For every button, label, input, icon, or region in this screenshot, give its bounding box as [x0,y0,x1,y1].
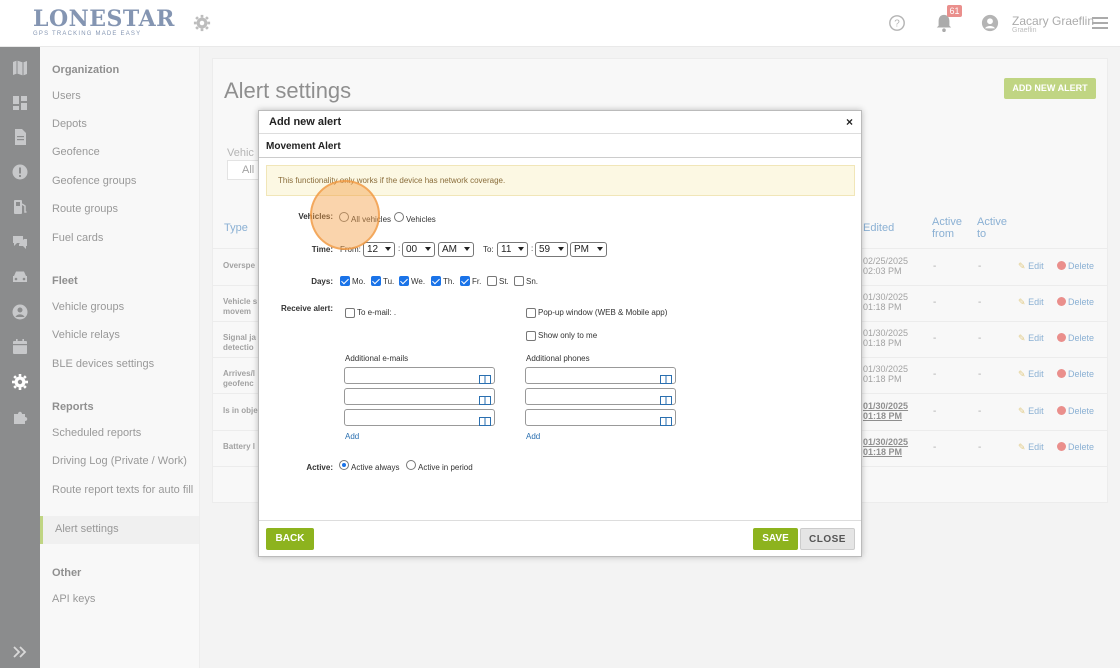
to-hour-select[interactable]: 11 [497,242,528,257]
to-email-label[interactable]: To e-mail: . [357,308,396,317]
active-label: Active: [306,463,333,472]
click-indicator [310,180,380,250]
modal-divider [259,157,861,158]
to-email-checkbox[interactable] [345,308,355,318]
day-checkbox-tu[interactable] [371,276,381,286]
add-email-link[interactable]: Add [345,432,359,441]
chevron-down-icon [558,247,564,251]
day-label[interactable]: Tu. [383,277,394,286]
day-checkbox-fr[interactable] [460,276,470,286]
chevron-down-icon [425,247,431,251]
add-alert-modal: Add new alert × Movement Alert This func… [258,110,862,557]
day-label[interactable]: Th. [443,277,455,286]
address-book-icon[interactable] [660,392,672,405]
day-label[interactable]: St. [499,277,509,286]
show-only-to-me-checkbox[interactable] [526,331,536,341]
address-book-icon[interactable] [479,413,491,426]
to-hour-value: 11 [501,244,512,255]
additional-email-input[interactable] [344,367,495,384]
day-label[interactable]: Mo. [352,277,365,286]
popup-window-checkbox[interactable] [526,308,536,318]
chevron-down-icon [385,247,391,251]
from-ampm-value: AM [442,244,457,255]
additional-phones-label: Additional phones [526,354,590,363]
save-button[interactable]: SAVE [753,528,798,550]
from-hour-value: 12 [367,244,379,255]
time-separator: : [398,244,401,253]
address-book-icon[interactable] [660,413,672,426]
modal-subtitle: Movement Alert [266,141,341,152]
additional-phone-input[interactable] [525,388,676,405]
address-book-icon[interactable] [479,392,491,405]
vehicles-radio[interactable] [394,212,404,222]
day-checkbox-sn[interactable] [514,276,524,286]
to-ampm-select[interactable]: PM [570,242,607,257]
additional-phone-input[interactable] [525,409,676,426]
from-minute-select[interactable]: 00 [402,242,435,257]
modal-close-icon[interactable]: × [846,115,853,129]
show-only-to-me-label[interactable]: Show only to me [538,331,597,340]
address-book-icon[interactable] [660,371,672,384]
close-button[interactable]: CLOSE [800,528,855,550]
to-minute-select[interactable]: 59 [535,242,568,257]
modal-footer-divider [259,520,861,521]
chevron-down-icon [464,247,470,251]
from-minute-value: 00 [406,244,418,255]
address-book-icon[interactable] [479,371,491,384]
day-checkbox-we[interactable] [399,276,409,286]
day-label[interactable]: We. [411,277,425,286]
to-label: To: [483,245,494,254]
modal-divider [259,133,861,134]
day-label[interactable]: Fr. [472,277,481,286]
additional-email-input[interactable] [344,388,495,405]
receive-alert-label: Receive alert: [280,304,333,313]
active-in-period-label[interactable]: Active in period [418,463,473,472]
back-button[interactable]: BACK [266,528,314,550]
time-separator: : [531,244,534,253]
active-in-period-radio[interactable] [406,460,416,470]
additional-email-input[interactable] [344,409,495,426]
day-checkbox-st[interactable] [487,276,497,286]
day-checkbox-mo[interactable] [340,276,350,286]
time-label: Time: [311,245,333,254]
to-minute-value: 59 [539,244,551,255]
day-label[interactable]: Sn. [526,277,538,286]
days-label: Days: [311,277,333,286]
from-hour-select[interactable]: 12 [363,242,395,257]
additional-phone-input[interactable] [525,367,676,384]
day-checkbox-th[interactable] [431,276,441,286]
vehicles-radio-label[interactable]: Vehicles [406,215,436,224]
active-always-label[interactable]: Active always [351,463,399,472]
from-ampm-select[interactable]: AM [438,242,474,257]
additional-emails-label: Additional e-mails [345,354,409,363]
popup-window-label[interactable]: Pop-up window (WEB & Mobile app) [538,308,667,317]
chevron-down-icon [518,247,524,251]
to-ampm-value: PM [574,244,589,255]
chevron-down-icon [597,247,603,251]
modal-title: Add new alert [269,116,342,128]
active-always-radio[interactable] [339,460,349,470]
add-phone-link[interactable]: Add [526,432,540,441]
